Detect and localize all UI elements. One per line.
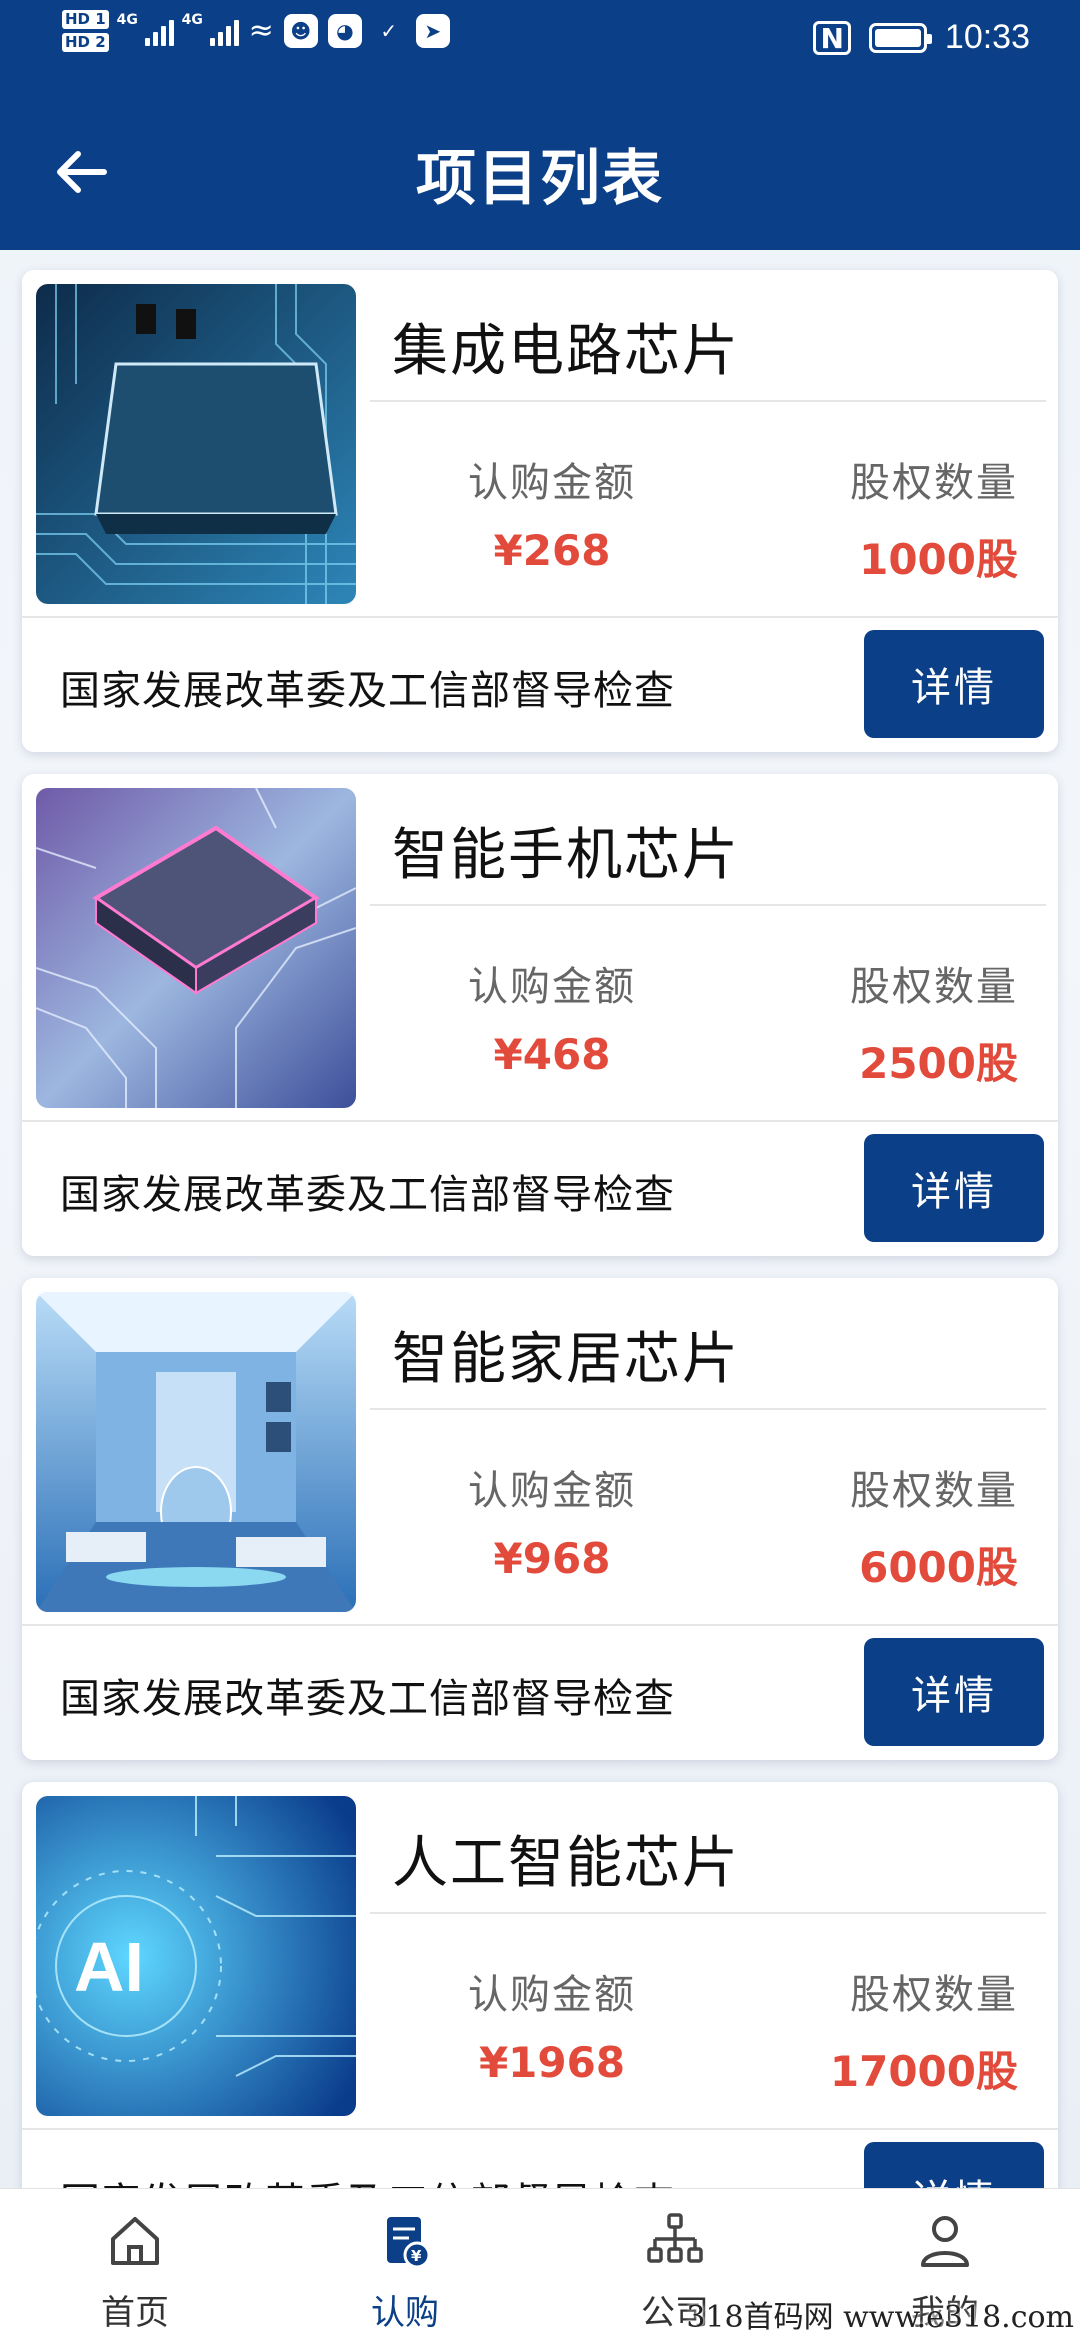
signal-1-icon: 4G <box>117 12 174 46</box>
project-card: 智能手机芯片 认购金额 ¥468 股权数量 2500股 国家发展改革委及工信部督… <box>22 774 1058 1256</box>
hd2-badge: HD 2 <box>62 33 109 52</box>
shares-value: 2500股 <box>859 1039 1018 1088</box>
wifi-icon: ≈ <box>248 13 274 48</box>
hd-indicator: HD 1 HD 2 <box>62 10 109 52</box>
amount-value: ¥268 <box>493 526 611 575</box>
tab-subscribe[interactable]: ¥ 认购 <box>270 2189 540 2340</box>
status-bar: HD 1 HD 2 4G 4G ≈ ☻ ◕ ✓ ➤ N 10:33 <box>0 0 1080 80</box>
shares-label: 股权数量 <box>850 964 1018 1010</box>
tab-home[interactable]: 首页 <box>0 2189 270 2340</box>
chat-app-icon: ☻ <box>283 14 318 48</box>
amount-label: 认购金额 <box>468 964 636 1010</box>
share-quantity: 股权数量 2500股 <box>778 954 1018 1091</box>
home-icon <box>111 2217 159 2265</box>
subscribe-icon: ¥ <box>387 2217 431 2269</box>
shares-label: 股权数量 <box>850 1468 1018 1514</box>
share-quantity: 股权数量 1000股 <box>778 450 1018 587</box>
title-bar: 项目列表 <box>0 110 1080 230</box>
tab-label: 首页 <box>101 2293 169 2333</box>
project-title: 智能手机芯片 <box>392 823 740 888</box>
project-note: 国家发展改革委及工信部督导检查 <box>60 668 675 714</box>
watermark: 318首码网 www.e318.com <box>686 2300 1074 2335</box>
svg-text:AI: AI <box>74 1928 144 2006</box>
amount-value: ¥468 <box>493 1030 611 1079</box>
project-card: 集成电路芯片 认购金额 ¥268 股权数量 1000股 国家发展改革委及工信部督… <box>22 270 1058 752</box>
shares-value: 17000股 <box>829 2047 1018 2096</box>
details-button[interactable]: 详情 <box>864 1638 1044 1746</box>
smart-home-image <box>36 1292 356 1612</box>
shares-value: 1000股 <box>859 535 1018 584</box>
project-note: 国家发展改革委及工信部督导检查 <box>60 1172 675 1218</box>
svg-text:¥: ¥ <box>411 2247 422 2265</box>
divider <box>370 400 1046 402</box>
shares-value: 6000股 <box>859 1543 1018 1592</box>
tab-label: 认购 <box>371 2293 439 2333</box>
share-quantity: 股权数量 6000股 <box>778 1458 1018 1595</box>
divider <box>22 1120 1058 1122</box>
divider <box>22 2128 1058 2130</box>
battery-icon <box>868 22 932 53</box>
subscription-amount: 认购金额 ¥1968 <box>442 1962 662 2087</box>
user-icon <box>921 2216 969 2267</box>
subscription-amount: 认购金额 ¥268 <box>442 450 662 575</box>
divider <box>370 1408 1046 1410</box>
shield-icon: ✓ <box>380 19 398 43</box>
clock: 10:33 <box>944 18 1030 56</box>
project-card: 智能家居芯片 认购金额 ¥968 股权数量 6000股 国家发展改革委及工信部督… <box>22 1278 1058 1760</box>
details-button[interactable]: 详情 <box>864 1134 1044 1242</box>
divider <box>370 1912 1046 1914</box>
nfc-icon: N <box>813 20 851 55</box>
project-title: 人工智能芯片 <box>392 1831 740 1896</box>
amount-value: ¥1968 <box>478 2038 626 2087</box>
amount-label: 认购金额 <box>468 1972 636 2018</box>
network-type-2: 4G <box>181 12 203 28</box>
glowing-chip-image <box>36 788 356 1108</box>
details-button[interactable]: 详情 <box>864 630 1044 738</box>
amount-label: 认购金额 <box>468 460 636 506</box>
org-chart-icon <box>647 2213 703 2263</box>
hd1-badge: HD 1 <box>62 10 109 29</box>
network-type-1: 4G <box>116 12 138 28</box>
subscription-amount: 认购金额 ¥968 <box>442 1458 662 1583</box>
share-quantity: 股权数量 17000股 <box>778 1962 1018 2099</box>
page-title: 项目列表 <box>416 144 664 214</box>
subscription-amount: 认购金额 ¥468 <box>442 954 662 1079</box>
app-header: HD 1 HD 2 4G 4G ≈ ☻ ◕ ✓ ➤ N 10:33 项目列表 <box>0 0 1080 250</box>
ai-chip-image: AI <box>36 1796 356 2116</box>
browser-app-icon: ➤ <box>415 14 450 48</box>
signal-2-icon: 4G <box>182 12 239 46</box>
circuit-chip-image <box>36 284 356 604</box>
amount-value: ¥968 <box>493 1534 611 1583</box>
project-title: 智能家居芯片 <box>392 1327 740 1392</box>
app-notification-icon: ◕ <box>327 14 362 48</box>
project-title: 集成电路芯片 <box>392 319 740 384</box>
divider <box>22 616 1058 618</box>
status-left: HD 1 HD 2 4G 4G ≈ ☻ ◕ ✓ ➤ <box>62 10 450 52</box>
project-note: 国家发展改革委及工信部督导检查 <box>60 1676 675 1722</box>
divider <box>22 1624 1058 1626</box>
shares-label: 股权数量 <box>850 1972 1018 2018</box>
amount-label: 认购金额 <box>468 1468 636 1514</box>
shares-label: 股权数量 <box>850 460 1018 506</box>
status-right: N 10:33 <box>813 18 1030 57</box>
divider <box>370 904 1046 906</box>
